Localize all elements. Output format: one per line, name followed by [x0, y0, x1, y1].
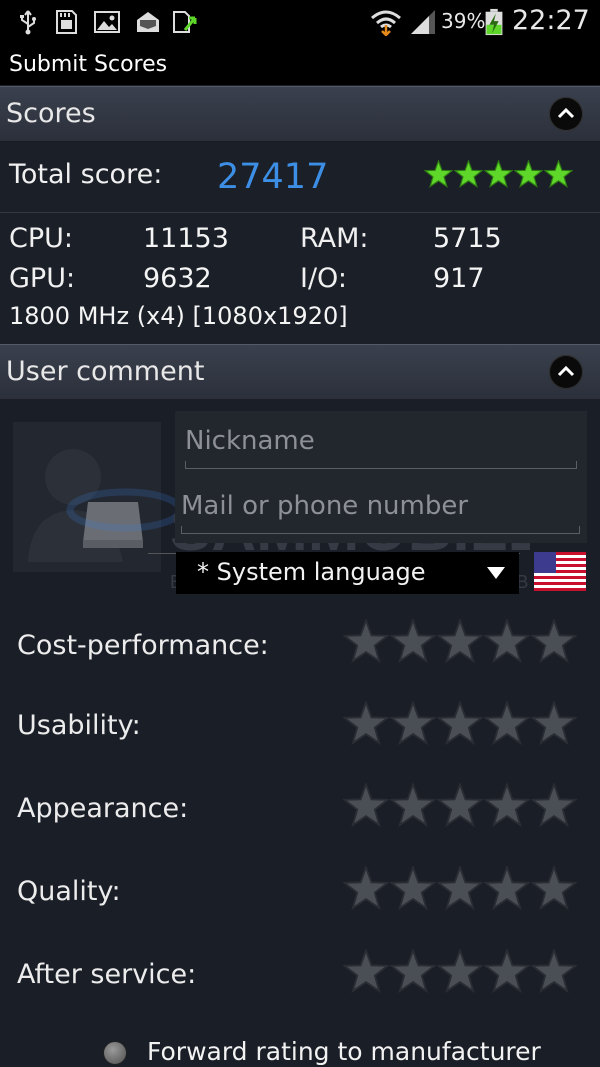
rating-star-icon[interactable]: [343, 949, 389, 995]
input-box: [175, 411, 587, 543]
rating-star-icon[interactable]: [531, 949, 577, 995]
divider: [0, 212, 600, 213]
forward-rating-label: Forward rating to manufacturer: [147, 1037, 541, 1066]
mail-icon: [137, 12, 159, 32]
rating-star-icon[interactable]: [343, 866, 389, 912]
rating-star-icon[interactable]: [437, 783, 483, 829]
chevron-up-icon: [557, 365, 575, 377]
signal-icon: [411, 10, 435, 34]
user-comment-section-header[interactable]: User comment: [0, 344, 600, 400]
field-edge: [579, 526, 580, 534]
usability-rating[interactable]: [343, 701, 577, 747]
quality-rating[interactable]: [343, 866, 577, 912]
rating-star-icon[interactable]: [484, 949, 530, 995]
rating-star-icon[interactable]: [343, 701, 389, 747]
scores-header-label: Scores: [6, 98, 96, 129]
after-service-label: After service:: [17, 959, 197, 990]
mail-or-phone-input[interactable]: [181, 478, 580, 534]
usability-label: Usability:: [17, 710, 141, 741]
image-icon: [94, 11, 120, 33]
rating-star-icon[interactable]: [343, 783, 389, 829]
cost-performance-label: Cost-performance:: [17, 630, 269, 661]
title-bar: Submit Scores: [0, 44, 600, 85]
forward-rating-radio[interactable]: [103, 1041, 127, 1065]
rating-star-icon[interactable]: [484, 701, 530, 747]
rating-star-icon[interactable]: [390, 619, 436, 665]
rating-star-icon[interactable]: [484, 783, 530, 829]
battery-percent: 39%: [441, 9, 486, 33]
field-edge: [576, 461, 577, 469]
rating-star-icon[interactable]: [531, 866, 577, 912]
scores-section-header[interactable]: Scores: [0, 86, 600, 142]
rating-star-icon[interactable]: [437, 949, 483, 995]
user-avatar-icon: [28, 449, 143, 562]
user-comment-panel: SAMMOBILE EVERYTHING FOR YOUR SAMSUNG MO…: [0, 400, 600, 1067]
rating-star-icon[interactable]: [390, 949, 436, 995]
cpu-label: CPU:: [9, 223, 73, 254]
star-icon: [514, 160, 543, 188]
collapse-user-comment-button[interactable]: [549, 355, 583, 389]
appearance-rating[interactable]: [343, 783, 577, 829]
wifi-icon: [371, 10, 401, 36]
page-title: Submit Scores: [9, 52, 168, 77]
quality-label: Quality:: [17, 876, 121, 907]
star-icon: [544, 160, 573, 188]
battery-charging-icon: [485, 8, 503, 36]
field-edge: [181, 526, 182, 534]
io-label: I/O:: [300, 263, 347, 294]
appearance-label: Appearance:: [17, 793, 189, 824]
rating-star-icon[interactable]: [437, 866, 483, 912]
hardware-info: 1800 MHz (x4) [1080x1920]: [9, 302, 348, 330]
cost-performance-rating[interactable]: [343, 619, 577, 665]
rating-star-icon[interactable]: [531, 619, 577, 665]
language-select-value: * System language: [197, 558, 426, 586]
rating-star-icon[interactable]: [437, 701, 483, 747]
rating-star-icon[interactable]: [390, 866, 436, 912]
rating-star-icon[interactable]: [343, 619, 389, 665]
rating-star-icon[interactable]: [531, 783, 577, 829]
scores-panel: Total score: 27417 CPU: 11153 RAM: 5715 …: [0, 142, 600, 343]
rating-star-icon[interactable]: [484, 866, 530, 912]
ram-label: RAM:: [300, 223, 369, 254]
chevron-up-icon: [557, 107, 575, 119]
us-flag-icon[interactable]: [534, 552, 586, 591]
total-score-stars: [424, 160, 573, 192]
sd-card-icon: [56, 10, 77, 34]
dropdown-arrow-icon: [487, 567, 505, 579]
language-select[interactable]: * System language: [176, 552, 519, 594]
star-icon: [424, 160, 453, 188]
clock: 22:27: [512, 5, 590, 36]
nickname-input[interactable]: [185, 413, 577, 469]
gpu-value: 9632: [143, 263, 212, 294]
io-value: 917: [433, 263, 485, 294]
gpu-label: GPU:: [9, 263, 76, 294]
total-score-label: Total score:: [9, 159, 163, 190]
rating-star-icon[interactable]: [390, 701, 436, 747]
field-edge: [185, 461, 186, 469]
user-comment-header-label: User comment: [6, 356, 205, 387]
after-service-rating[interactable]: [343, 949, 577, 995]
avatar[interactable]: [13, 422, 161, 572]
rating-star-icon[interactable]: [484, 619, 530, 665]
rating-star-icon[interactable]: [531, 701, 577, 747]
star-icon: [484, 160, 513, 188]
total-score-value: 27417: [217, 157, 329, 197]
star-icon: [454, 160, 483, 188]
cpu-value: 11153: [143, 223, 229, 254]
usb-icon: [20, 10, 36, 35]
rating-star-icon[interactable]: [437, 619, 483, 665]
ram-value: 5715: [433, 223, 502, 254]
rating-star-icon[interactable]: [390, 783, 436, 829]
status-bar: 39% 22:27: [0, 0, 600, 44]
collapse-scores-button[interactable]: [549, 97, 583, 131]
app-update-icon: [173, 11, 197, 33]
